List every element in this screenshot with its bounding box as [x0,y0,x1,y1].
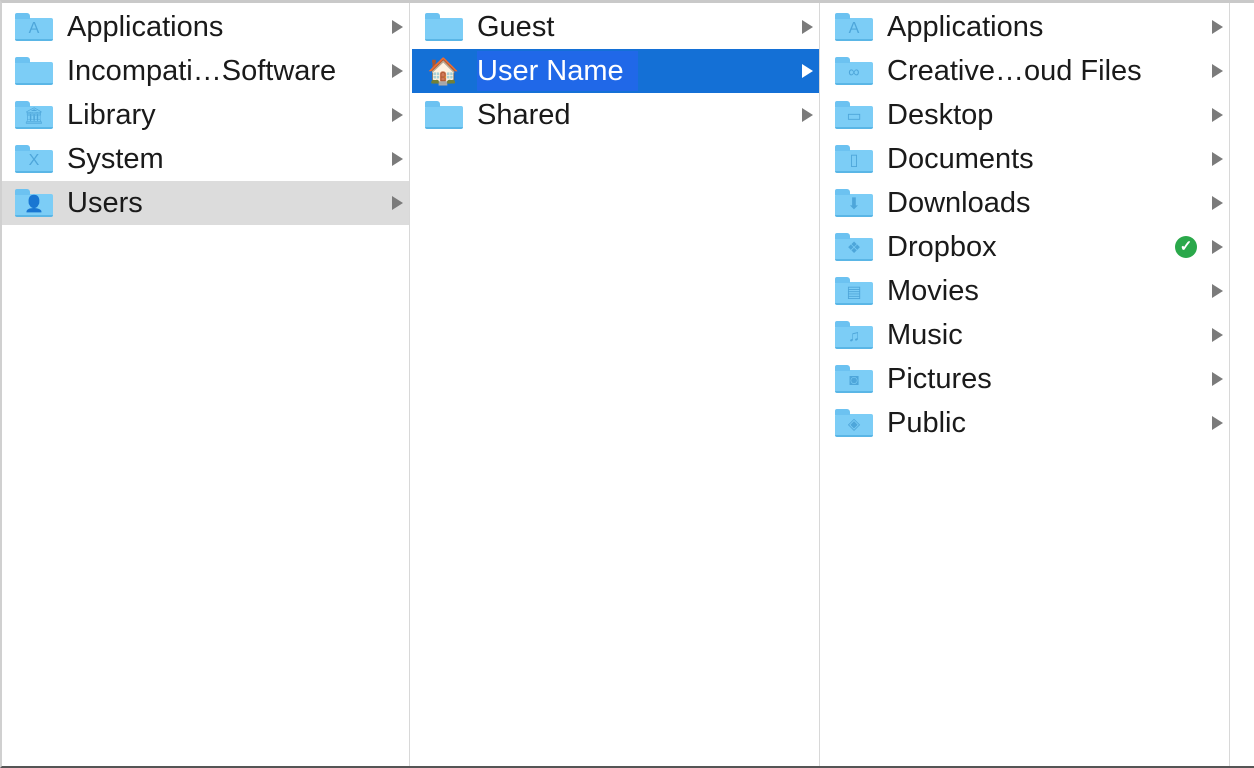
item-label: Applications [887,11,1044,43]
desktop-folder-icon: ▭ [835,101,873,129]
list-item[interactable]: ❖ Dropbox ✓ [822,225,1229,269]
item-label: Applications [67,11,224,43]
list-item[interactable]: ♫ Music [822,313,1229,357]
disclosure-arrow-icon [1212,372,1223,386]
pictures-folder-icon: ◙ [835,365,873,393]
disclosure-arrow-icon [1212,20,1223,34]
disclosure-arrow-icon [392,20,403,34]
disclosure-arrow-icon [1212,328,1223,342]
applications-folder-icon: A [15,13,53,41]
item-label: Desktop [887,99,994,131]
disclosure-arrow-icon [1212,152,1223,166]
list-item[interactable]: 🏛 Library [2,93,409,137]
disclosure-arrow-icon [1212,196,1223,210]
list-item[interactable]: Incompati…Software [2,49,409,93]
disclosure-arrow-icon [1212,108,1223,122]
disclosure-arrow-icon [802,108,813,122]
disclosure-arrow-icon [1212,416,1223,430]
column-1[interactable]: A Applications Incompati…Software 🏛 Library X… [2,3,410,766]
item-label: Users [67,187,143,219]
item-label: Shared [477,99,571,131]
disclosure-arrow-icon [1212,284,1223,298]
list-item[interactable]: ◙ Pictures [822,357,1229,401]
public-folder-icon: ◈ [835,409,873,437]
disclosure-arrow-icon [392,152,403,166]
list-item[interactable]: Shared [412,93,819,137]
list-item[interactable]: ▤ Movies [822,269,1229,313]
dropbox-folder-icon: ❖ [835,233,873,261]
list-item[interactable]: ▯ Documents [822,137,1229,181]
disclosure-arrow-icon [392,64,403,78]
list-item[interactable]: 🏠 User Name [412,49,819,93]
item-label: Documents [887,143,1034,175]
applications-folder-icon: A [835,13,873,41]
list-item[interactable]: A Applications [822,5,1229,49]
users-folder-icon: 👤 [15,189,53,217]
list-item[interactable]: A Applications [2,5,409,49]
list-item[interactable]: 👤 Users [2,181,409,225]
item-label: Music [887,319,963,351]
folder-icon [425,13,463,41]
disclosure-arrow-icon [1212,64,1223,78]
home-icon: 🏠 [427,56,460,86]
creative-cloud-folder-icon: ∞ [835,57,873,85]
list-item[interactable]: ▭ Desktop [822,93,1229,137]
downloads-folder-icon: ⬇ [835,189,873,217]
item-label: Library [67,99,156,131]
item-label: Pictures [887,363,992,395]
sync-status-check-icon: ✓ [1175,236,1197,258]
item-label: Movies [887,275,979,307]
disclosure-arrow-icon [392,108,403,122]
list-item[interactable]: X System [2,137,409,181]
column-4-empty [1231,3,1254,766]
folder-icon [425,101,463,129]
item-label: Creative…oud Files [887,55,1142,87]
item-label: Downloads [887,187,1031,219]
disclosure-arrow-icon [802,64,813,78]
item-label: Public [887,407,966,439]
column-3[interactable]: A Applications ∞ Creative…oud Files ▭ Desktop… [822,3,1230,766]
item-label: System [67,143,164,175]
disclosure-arrow-icon [392,196,403,210]
list-item[interactable]: ∞ Creative…oud Files [822,49,1229,93]
folder-icon [15,57,53,85]
disclosure-arrow-icon [1212,240,1223,254]
list-item[interactable]: ⬇ Downloads [822,181,1229,225]
disclosure-arrow-icon [802,20,813,34]
item-label: Incompati…Software [67,55,337,87]
item-label: Guest [477,11,555,43]
list-item[interactable]: Guest [412,5,819,49]
item-label: User Name [477,51,638,91]
movies-folder-icon: ▤ [835,277,873,305]
column-2[interactable]: Guest 🏠 User Name Shared [412,3,820,766]
library-folder-icon: 🏛 [15,101,53,129]
documents-folder-icon: ▯ [835,145,873,173]
list-item[interactable]: ◈ Public [822,401,1229,445]
item-label: Dropbox [887,231,997,263]
music-folder-icon: ♫ [835,321,873,349]
system-folder-icon: X [15,145,53,173]
